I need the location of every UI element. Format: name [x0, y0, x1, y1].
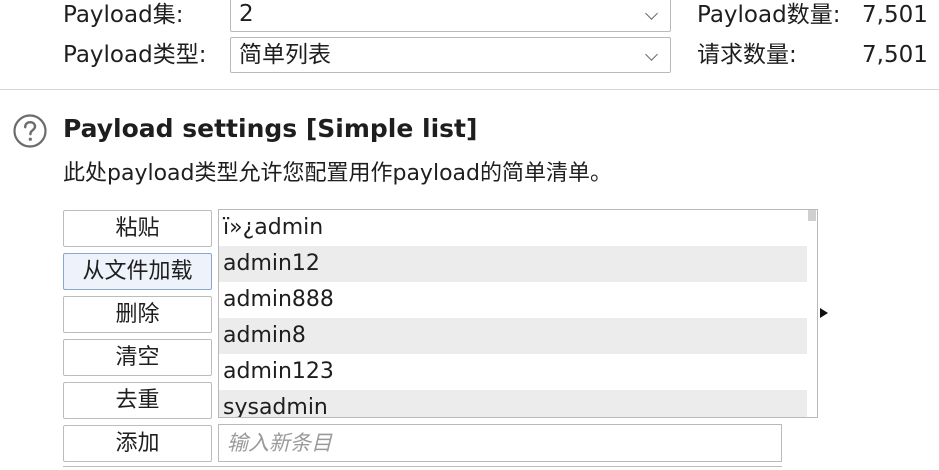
list-item[interactable]: admin123	[219, 354, 807, 390]
request-count-label: 请求数量:	[697, 42, 797, 68]
help-circle-icon[interactable]	[12, 113, 48, 149]
payload-count-label: Payload数量:	[697, 2, 841, 28]
clear-button[interactable]: 清空	[63, 339, 212, 376]
payload-type-value: 简单列表	[239, 42, 331, 68]
list-scrollbar[interactable]	[807, 210, 817, 417]
deduplicate-button[interactable]: 去重	[63, 382, 212, 419]
payload-list[interactable]: ï»¿admin admin12 admin888 admin8 admin12…	[218, 209, 818, 418]
triangle-right-icon[interactable]	[820, 308, 828, 318]
list-item[interactable]: ï»¿admin	[219, 210, 807, 246]
list-item[interactable]: admin12	[219, 246, 807, 282]
list-item[interactable]: admin8	[219, 318, 807, 354]
paste-button[interactable]: 粘贴	[63, 210, 212, 247]
next-section-edge	[63, 466, 782, 470]
load-from-file-button[interactable]: 从文件加载	[63, 253, 212, 290]
payload-list-rows: ï»¿admin admin12 admin888 admin8 admin12…	[219, 210, 807, 417]
chevron-down-icon	[645, 7, 658, 20]
add-button[interactable]: 添加	[63, 425, 212, 462]
payload-settings-panel: Payload集: 2 Payload数量: 7,501 Payload类型: …	[0, 0, 939, 470]
payload-type-select[interactable]: 简单列表	[230, 37, 671, 73]
section-divider	[0, 89, 939, 90]
remove-button[interactable]: 删除	[63, 296, 212, 333]
request-count-value: 7,501	[862, 42, 928, 68]
payload-set-select[interactable]: 2	[230, 0, 671, 32]
payload-set-value: 2	[239, 1, 254, 27]
section-title: Payload settings [Simple list]	[63, 114, 478, 143]
section-description: 此处payload类型允许您配置用作payload的简单清单。	[63, 161, 612, 186]
payload-count-value: 7,501	[862, 2, 928, 28]
payload-type-label: Payload类型:	[63, 42, 207, 68]
new-entry-input[interactable]	[218, 424, 782, 462]
payload-set-label: Payload集:	[63, 2, 184, 28]
list-item[interactable]: admin888	[219, 282, 807, 318]
chevron-down-icon	[645, 48, 658, 61]
list-item[interactable]: sysadmin	[219, 390, 807, 417]
list-scrollbar-thumb[interactable]	[808, 210, 816, 221]
